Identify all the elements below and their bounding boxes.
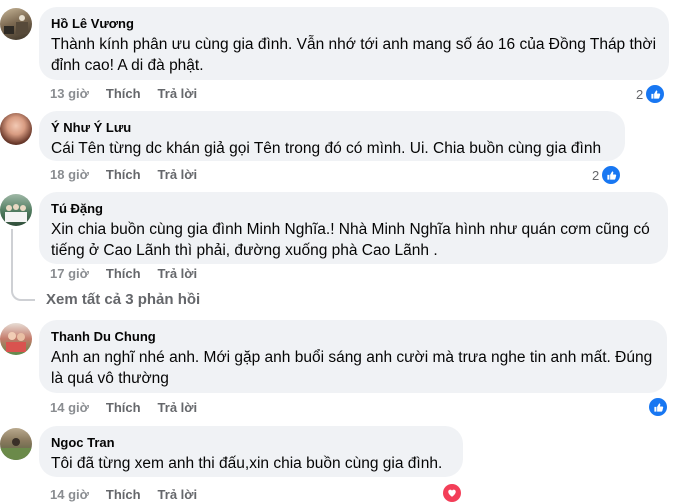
like-button[interactable]: Thích	[106, 266, 141, 281]
comment-bubble: Tú Đặng Xin chia buồn cùng gia đình Minh…	[39, 192, 668, 264]
comment-text: Thành kính phân ưu cùng gia đình. Vẫn nh…	[51, 36, 657, 74]
comment-bubble: Thanh Du Chung Anh an nghĩ nhé anh. Mới …	[39, 320, 667, 393]
like-button[interactable]: Thích	[106, 86, 141, 101]
comment-text: Xin chia buồn cùng gia đình Minh Nghĩa.!…	[51, 221, 650, 259]
comment-author[interactable]: Ý Như Ý Lưu	[51, 119, 613, 136]
avatar[interactable]	[0, 428, 32, 460]
comment-text: Anh an nghĩ nhé anh. Mới gặp anh buổi sá…	[51, 349, 653, 387]
reply-button[interactable]: Trả lời	[158, 487, 198, 502]
avatar[interactable]	[0, 113, 32, 145]
like-icon	[645, 84, 666, 104]
comment-actions: 14 giờ Thích Trả lời	[50, 487, 214, 502]
comment-text: Cái Tên từng dc khán giả gọi Tên trong đ…	[51, 140, 602, 157]
comment-bubble: Ngoc Tran Tôi đã từng xem anh thi đấu,xi…	[39, 426, 463, 477]
comment-actions: 13 giờ Thích Trả lời	[50, 86, 214, 101]
avatar[interactable]	[0, 323, 32, 355]
reaction-summary[interactable]: 2	[592, 165, 622, 185]
comment-actions: 17 giờ Thích Trả lời	[50, 266, 214, 281]
like-icon	[601, 165, 622, 185]
comment-author[interactable]: Ngoc Tran	[51, 434, 451, 451]
comment-time[interactable]: 13 giờ	[50, 86, 89, 101]
comment-time[interactable]: 14 giờ	[50, 400, 89, 415]
comment-author[interactable]: Hồ Lê Vương	[51, 15, 657, 32]
reply-button[interactable]: Trả lời	[158, 86, 198, 101]
reaction-summary[interactable]: 2	[636, 84, 666, 104]
reaction-count: 2	[592, 167, 600, 183]
comment-time[interactable]: 17 giờ	[50, 266, 89, 281]
comment-actions: 18 giờ Thích Trả lời	[50, 167, 214, 182]
reply-button[interactable]: Trả lời	[158, 167, 198, 182]
view-replies-link[interactable]: Xem tất cả 3 phản hồi	[46, 291, 200, 308]
thread-line	[11, 229, 13, 287]
comment-time[interactable]: 18 giờ	[50, 167, 89, 182]
like-icon	[648, 397, 668, 417]
reaction-summary[interactable]	[648, 397, 668, 417]
comment-bubble: Hồ Lê Vương Thành kính phân ưu cùng gia …	[39, 7, 669, 80]
comment-text: Tôi đã từng xem anh thi đấu,xin chia buồ…	[51, 455, 443, 472]
like-button[interactable]: Thích	[106, 400, 141, 415]
heart-icon	[443, 484, 461, 502]
avatar[interactable]	[0, 8, 32, 40]
reply-button[interactable]: Trả lời	[158, 266, 198, 281]
comment-bubble: Ý Như Ý Lưu Cái Tên từng dc khán giả gọi…	[39, 111, 625, 161]
comment-actions: 14 giờ Thích Trả lời	[50, 400, 214, 415]
like-button[interactable]: Thích	[106, 167, 141, 182]
comment-author[interactable]: Tú Đặng	[51, 200, 656, 217]
like-button[interactable]: Thích	[106, 487, 141, 502]
reply-button[interactable]: Trả lời	[158, 400, 198, 415]
comment-author[interactable]: Thanh Du Chung	[51, 328, 655, 345]
reaction-count: 2	[636, 86, 644, 102]
thread-connector	[11, 285, 35, 301]
comment-time[interactable]: 14 giờ	[50, 487, 89, 502]
reaction-summary[interactable]	[443, 484, 461, 502]
avatar[interactable]	[0, 194, 32, 226]
